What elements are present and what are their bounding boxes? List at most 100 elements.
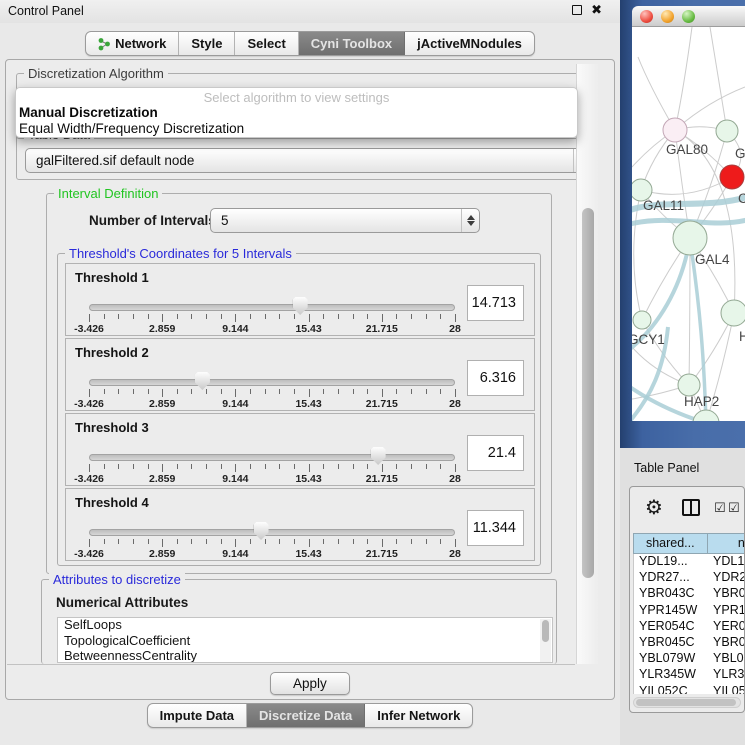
gear-icon[interactable]: ⚙	[645, 495, 663, 520]
node-table: shared...na YDL19...YDL19YDR27...YDR27YB…	[633, 533, 745, 694]
slider-axis-labels: -3.4262.8599.14415.4321.71528	[89, 548, 455, 560]
tab-cyni-toolbox[interactable]: Cyni Toolbox	[299, 32, 405, 55]
network-node-pink[interactable]	[663, 118, 687, 142]
columns-icon[interactable]	[682, 499, 700, 516]
network-node-green[interactable]	[721, 300, 745, 326]
network-window-titlebar[interactable]	[632, 6, 745, 27]
table-row[interactable]: YIL052CYIL05	[634, 684, 745, 695]
threshold-slider-track[interactable]	[89, 304, 455, 311]
tab-impute-data[interactable]: Impute Data	[148, 704, 247, 727]
table-column-header-0[interactable]: shared...	[633, 533, 708, 554]
cyni-toolbox-panel: Discretization Algorithm Select algorith…	[5, 59, 615, 700]
table-horizontal-scrollbar[interactable]	[633, 697, 741, 708]
table-cell: YBL079W	[634, 651, 708, 667]
attribute-item-betweennesscentrality[interactable]: BetweennessCentrality	[58, 649, 552, 663]
control-panel-window: Control Panel ✖ NetworkStyleSelectCyni T…	[0, 0, 620, 745]
window-title: Control Panel	[8, 4, 84, 18]
tab-label: Infer Network	[377, 708, 460, 723]
threshold-slider-thumb[interactable]	[254, 522, 269, 540]
network-node-green[interactable]	[693, 410, 719, 421]
slider-axis-labels: -3.4262.8599.14415.4321.71528	[89, 473, 455, 485]
threshold-slider-thumb[interactable]	[371, 447, 386, 465]
network-node-green[interactable]	[633, 311, 651, 329]
popup-item-manual-discretization[interactable]: Manual Discretization	[19, 105, 158, 120]
panel-scrollbar-track[interactable]	[576, 64, 598, 664]
table-row[interactable]: YBR043CYBR04	[634, 586, 745, 602]
table-cell: YDL19...	[634, 554, 708, 570]
threshold-value-field[interactable]: 6.316	[467, 360, 524, 396]
table-cell: YIL05	[708, 684, 745, 695]
checkbox-icon[interactable]: ☑	[728, 500, 740, 516]
attribute-item-selfloops[interactable]: SelfLoops	[58, 618, 552, 634]
bottom-tab-strip: Impute Data Discretize Data Infer Network	[147, 703, 474, 728]
table-cell: YBR04	[708, 586, 745, 602]
table-row[interactable]: YBL079WYBL07	[634, 651, 745, 667]
table-panel-section: Table Panel ⚙ ☑ ☑ shared...na YDL19...YD…	[620, 448, 745, 745]
number-of-intervals-label: Number of Intervals	[89, 213, 216, 228]
table-data-group: Table Data galFiltered.sif default node	[16, 134, 598, 180]
number-of-intervals-value: 5	[211, 213, 461, 228]
tab-network[interactable]: Network	[86, 32, 179, 55]
panel-scrollbar-thumb[interactable]	[582, 208, 594, 578]
threshold-label: Threshold 1	[75, 270, 149, 285]
apply-button[interactable]: Apply	[270, 672, 350, 695]
attributes-list-scrollbar[interactable]	[540, 619, 551, 663]
table-hscroll-thumb[interactable]	[636, 699, 736, 706]
popup-item-equal-width-frequency-discretization[interactable]: Equal Width/Frequency Discretization	[19, 121, 244, 136]
table-row[interactable]: YLR345WYLR34	[634, 667, 745, 683]
table-cell: YPR14	[708, 603, 745, 619]
close-icon[interactable]: ✖	[591, 5, 602, 15]
table-panel-toolbar: ⚙ ☑ ☑	[630, 487, 744, 531]
number-of-intervals-combo[interactable]: 5	[210, 208, 480, 233]
table-row[interactable]: YDL19...YDL19	[634, 554, 745, 570]
network-view-window: GAL80GCGAL11GAL4GCY1HHAP2	[620, 0, 745, 448]
table-row[interactable]: YPR145WYPR14	[634, 603, 745, 619]
algorithm-popup-hint: Select algorithm to view settings	[16, 90, 577, 105]
table-column-header-1[interactable]: na	[708, 533, 745, 554]
attributes-label: Attributes to discretize	[49, 572, 185, 587]
threshold-slider-thumb[interactable]	[293, 297, 308, 315]
table-row[interactable]: YDR27...YDR27	[634, 570, 745, 586]
network-canvas[interactable]: GAL80GCGAL11GAL4GCY1HHAP2	[632, 27, 745, 421]
control-panel-titlebar: Control Panel ✖	[0, 0, 620, 23]
node-label-gal11: GAL11	[643, 198, 684, 213]
slider-ticks	[89, 539, 455, 548]
threshold-value-field[interactable]: 14.713	[467, 285, 524, 321]
numerical-attributes-list[interactable]: SelfLoopsTopologicalCoefficientBetweenne…	[57, 617, 553, 663]
threshold-coordinates-group: Threshold's Coordinates for 5 Intervals …	[57, 253, 541, 566]
checkbox-icon[interactable]: ☑	[714, 500, 726, 516]
tab-label: Discretize Data	[259, 708, 352, 723]
threshold-label: Threshold 2	[75, 345, 149, 360]
top-tab-strip: NetworkStyleSelectCyni ToolboxjActiveMNo…	[85, 31, 535, 56]
zoom-traffic-light[interactable]	[682, 10, 695, 23]
network-node-green[interactable]	[716, 120, 738, 142]
node-label-gal80: GAL80	[666, 142, 708, 157]
number-of-intervals-stepper[interactable]	[461, 209, 479, 232]
table-row[interactable]: YER054CYER05	[634, 619, 745, 635]
float-window-icon[interactable]	[572, 5, 582, 15]
table-rows: YDL19...YDL19YDR27...YDR27YBR043CYBR04YP…	[633, 554, 745, 694]
minimize-traffic-light[interactable]	[661, 10, 674, 23]
network-node-green[interactable]	[678, 374, 700, 396]
threshold-value-field[interactable]: 11.344	[467, 510, 524, 546]
table-row[interactable]: YBR045CYBR04	[634, 635, 745, 651]
tab-jactivemnodules[interactable]: jActiveMNodules	[405, 32, 534, 55]
threshold-value-field[interactable]: 21.4	[467, 435, 524, 471]
attribute-item-topologicalcoefficient[interactable]: TopologicalCoefficient	[58, 634, 552, 650]
tab-style[interactable]: Style	[179, 32, 235, 55]
network-node-green[interactable]	[673, 221, 707, 255]
close-traffic-light[interactable]	[640, 10, 653, 23]
threshold-coordinates-label: Threshold's Coordinates for 5 Intervals	[65, 246, 296, 261]
threshold-slider-thumb[interactable]	[195, 372, 210, 390]
table-data-combo[interactable]: galFiltered.sif default node	[25, 148, 592, 173]
slider-ticks	[89, 314, 455, 323]
network-node-red[interactable]	[720, 165, 744, 189]
threshold-slider-track[interactable]	[89, 379, 455, 386]
tab-select[interactable]: Select	[235, 32, 298, 55]
tab-infer-network[interactable]: Infer Network	[365, 704, 472, 727]
threshold-slider-track[interactable]	[89, 454, 455, 461]
threshold-slider-track[interactable]	[89, 529, 455, 536]
node-label-hap2: HAP2	[684, 394, 719, 409]
tab-discretize-data[interactable]: Discretize Data	[247, 704, 365, 727]
table-cell: YER054C	[634, 619, 708, 635]
